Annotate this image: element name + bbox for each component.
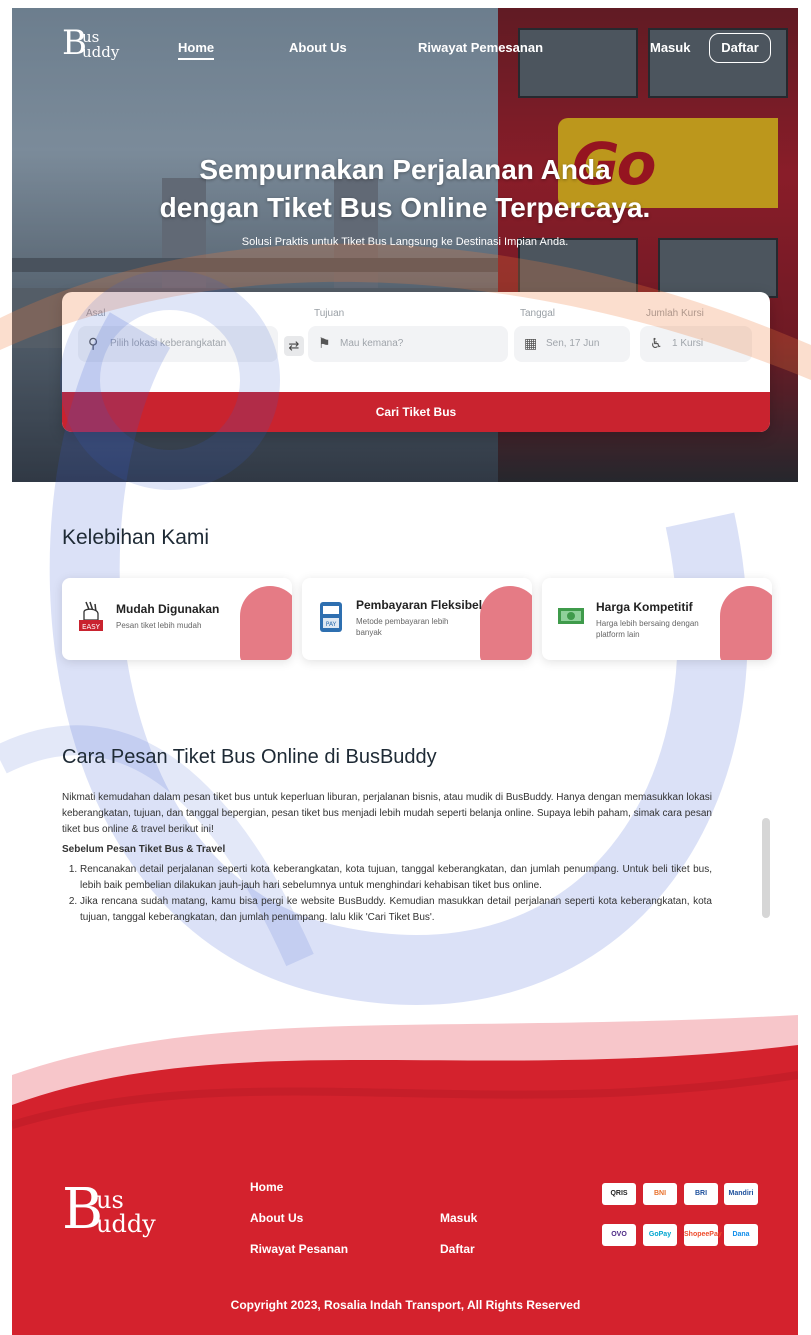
qris-logo: QRIS [602, 1183, 636, 1205]
seats-input[interactable]: ♿ 1 Kursi [640, 326, 752, 362]
calendar-icon: ▦ [524, 335, 538, 351]
list-item: Jika rencana sudah matang, kamu bisa per… [80, 894, 712, 926]
nav-history-link[interactable]: Riwayat Pemesanan [418, 40, 543, 55]
register-button[interactable]: Daftar [709, 33, 771, 63]
guide-title: Cara Pesan Tiket Bus Online di BusBuddy [62, 746, 437, 768]
content-scrollbar[interactable] [762, 818, 770, 918]
svg-text:EASY: EASY [82, 623, 101, 631]
feature-card-price: Harga Kompetitif Harga lebih bersaing de… [542, 578, 772, 660]
hero-title-line2: dengan Tiket Bus Online Terpercaya. [159, 192, 651, 223]
swap-icon[interactable]: ⇄ [284, 336, 304, 356]
feature-title: Harga Kompetitif [596, 600, 693, 614]
footer-link-login[interactable]: Masuk [440, 1211, 477, 1225]
feature-title: Mudah Digunakan [116, 602, 220, 616]
ovo-logo: OVO [602, 1224, 636, 1246]
date-label: Tanggal [520, 308, 556, 319]
date-input[interactable]: ▦ Sen, 17 Jun [514, 326, 630, 362]
list-item: Rencanakan detail perjalanan seperti kot… [80, 862, 712, 894]
footer-link-about[interactable]: About Us [250, 1211, 303, 1225]
feature-title: Pembayaran Fleksibel [356, 598, 483, 612]
seats-label: Jumlah Kursi [646, 308, 704, 319]
guide-subtitle: Sebelum Pesan Tiket Bus & Travel [62, 844, 226, 855]
easy-hand-icon: EASY [79, 601, 103, 631]
location-pin-icon: ⚲ [88, 335, 99, 351]
nav-about-link[interactable]: About Us [289, 40, 347, 55]
footer-link-register[interactable]: Daftar [440, 1242, 475, 1256]
guide-content: Nikmati kemudahan dalam pesan tiket bus … [62, 790, 712, 926]
seat-icon: ♿ [650, 335, 663, 351]
hero-title-line1: Sempurnakan Perjalanan Anda [199, 154, 611, 185]
login-link[interactable]: Masuk [650, 40, 690, 55]
nav-home-link[interactable]: Home [178, 40, 215, 60]
bri-logo: BRI [684, 1183, 718, 1205]
feature-card-payment: PAY Pembayaran Fleksibel Metode pembayar… [302, 578, 532, 660]
destination-label: Tujuan [314, 308, 345, 319]
feature-card-easy: EASY Mudah Digunakan Pesan tiket lebih m… [62, 578, 292, 660]
bni-logo: BNI [643, 1183, 677, 1205]
search-form: Asal ⚲ Pilih lokasi keberangkatan ⇄ Tuju… [62, 292, 770, 432]
footer-link-home[interactable]: Home [250, 1180, 283, 1194]
brand-logo[interactable]: B us uddy [62, 26, 119, 60]
feature-desc: Metode pembayaran lebih banyak [356, 617, 449, 637]
hero-subtitle: Solusi Praktis untuk Tiket Bus Langsung … [241, 236, 569, 248]
destination-input[interactable]: ⚑ Mau kemana? [308, 326, 508, 362]
shopeepay-logo: ShopeePay [684, 1224, 722, 1246]
search-tickets-button[interactable]: Cari Tiket Bus [62, 392, 770, 432]
footer-link-history[interactable]: Riwayat Pesanan [250, 1242, 348, 1256]
footer-logo[interactable]: B us uddy [62, 1182, 156, 1238]
flag-icon: ⚑ [318, 335, 331, 351]
feature-desc: Harga lebih bersaing dengan platform lai… [596, 619, 699, 639]
copyright-text: Copyright 2023, Rosalia Indah Transport,… [230, 1298, 581, 1312]
mandiri-logo: Mandiri [724, 1183, 758, 1205]
gopay-logo: GoPay [643, 1224, 677, 1246]
origin-label: Asal [86, 308, 106, 319]
footer-wave [12, 1015, 798, 1335]
features-title: Kelebihan Kami [62, 526, 210, 549]
svg-text:PAY: PAY [326, 621, 337, 628]
payment-icon: PAY [320, 602, 342, 632]
top-navbar: B us uddy Home About Us Riwayat Pemesana… [12, 8, 798, 88]
guide-steps: Rencanakan detail perjalanan seperti kot… [62, 862, 712, 926]
dana-logo: Dana [724, 1224, 758, 1246]
origin-input[interactable]: ⚲ Pilih lokasi keberangkatan [78, 326, 278, 362]
money-icon [558, 608, 584, 624]
guide-intro: Nikmati kemudahan dalam pesan tiket bus … [62, 792, 712, 835]
feature-desc: Pesan tiket lebih mudah [116, 621, 202, 630]
